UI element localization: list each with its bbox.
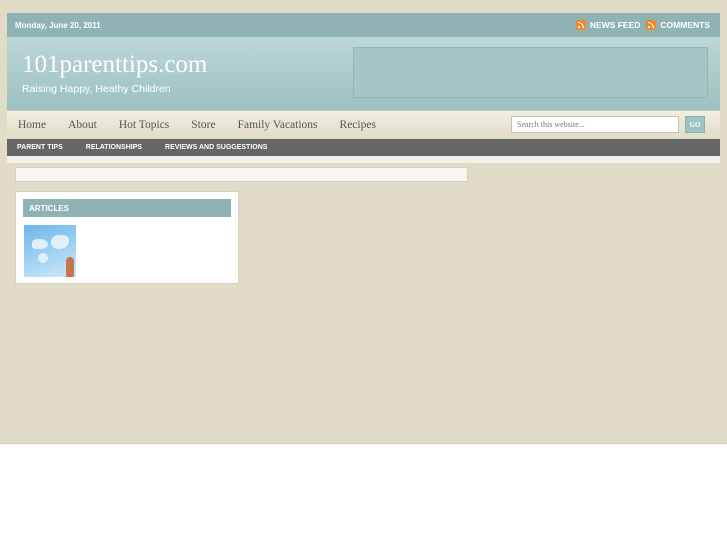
header-banner xyxy=(353,47,708,98)
comments-feed-label: COMMENTS xyxy=(660,20,710,30)
current-date: Monday, June 20, 2011 xyxy=(15,20,101,30)
child-figure xyxy=(66,257,74,277)
news-feed-link[interactable]: NEWS FEED xyxy=(575,20,641,30)
site-title[interactable]: 101parenttips.com xyxy=(22,51,207,79)
search-go-button[interactable]: GO xyxy=(685,116,705,133)
subnav-item-relationships[interactable]: RELATIONSHIPS xyxy=(86,144,142,151)
nav-item-recipes[interactable]: Recipes xyxy=(340,119,376,131)
site-description: Raising Happy, Heathy Children xyxy=(22,83,171,95)
site-wrapper: Monday, June 20, 2011 NEWS FEED COMMENTS… xyxy=(7,13,720,163)
comments-feed-link[interactable]: COMMENTS xyxy=(646,20,710,30)
map-land-shape xyxy=(38,253,48,263)
widget-title: ARTICLES xyxy=(23,199,231,217)
nav-item-hot-topics[interactable]: Hot Topics xyxy=(119,119,169,131)
sub-nav: PARENT TIPS RELATIONSHIPS REVIEWS AND SU… xyxy=(7,139,720,156)
feed-links: NEWS FEED COMMENTS xyxy=(575,20,710,30)
article-thumbnail[interactable] xyxy=(24,225,76,277)
main-nav: Home About Hot Topics Store Family Vacat… xyxy=(7,110,720,138)
rss-icon xyxy=(646,20,657,30)
subnav-item-reviews[interactable]: REVIEWS AND SUGGESTIONS xyxy=(165,144,267,151)
rss-icon xyxy=(575,20,586,30)
subnav-item-parent-tips[interactable]: PARENT TIPS xyxy=(17,144,63,151)
map-land-shape xyxy=(32,239,48,249)
articles-widget: ARTICLES xyxy=(15,191,239,284)
map-land-shape xyxy=(51,235,69,249)
nav-item-home[interactable]: Home xyxy=(18,119,46,131)
search-input[interactable] xyxy=(511,116,679,133)
nav-item-about[interactable]: About xyxy=(68,119,97,131)
news-feed-label: NEWS FEED xyxy=(589,20,641,30)
top-bar: Monday, June 20, 2011 NEWS FEED COMMENTS xyxy=(7,13,720,37)
nav-item-store[interactable]: Store xyxy=(191,119,215,131)
site-header: 101parenttips.com Raising Happy, Heathy … xyxy=(7,37,720,110)
nav-item-family-vacations[interactable]: Family Vacations xyxy=(238,119,318,131)
nav-bottom-strip xyxy=(7,156,720,163)
content-notice-bar xyxy=(15,167,468,182)
